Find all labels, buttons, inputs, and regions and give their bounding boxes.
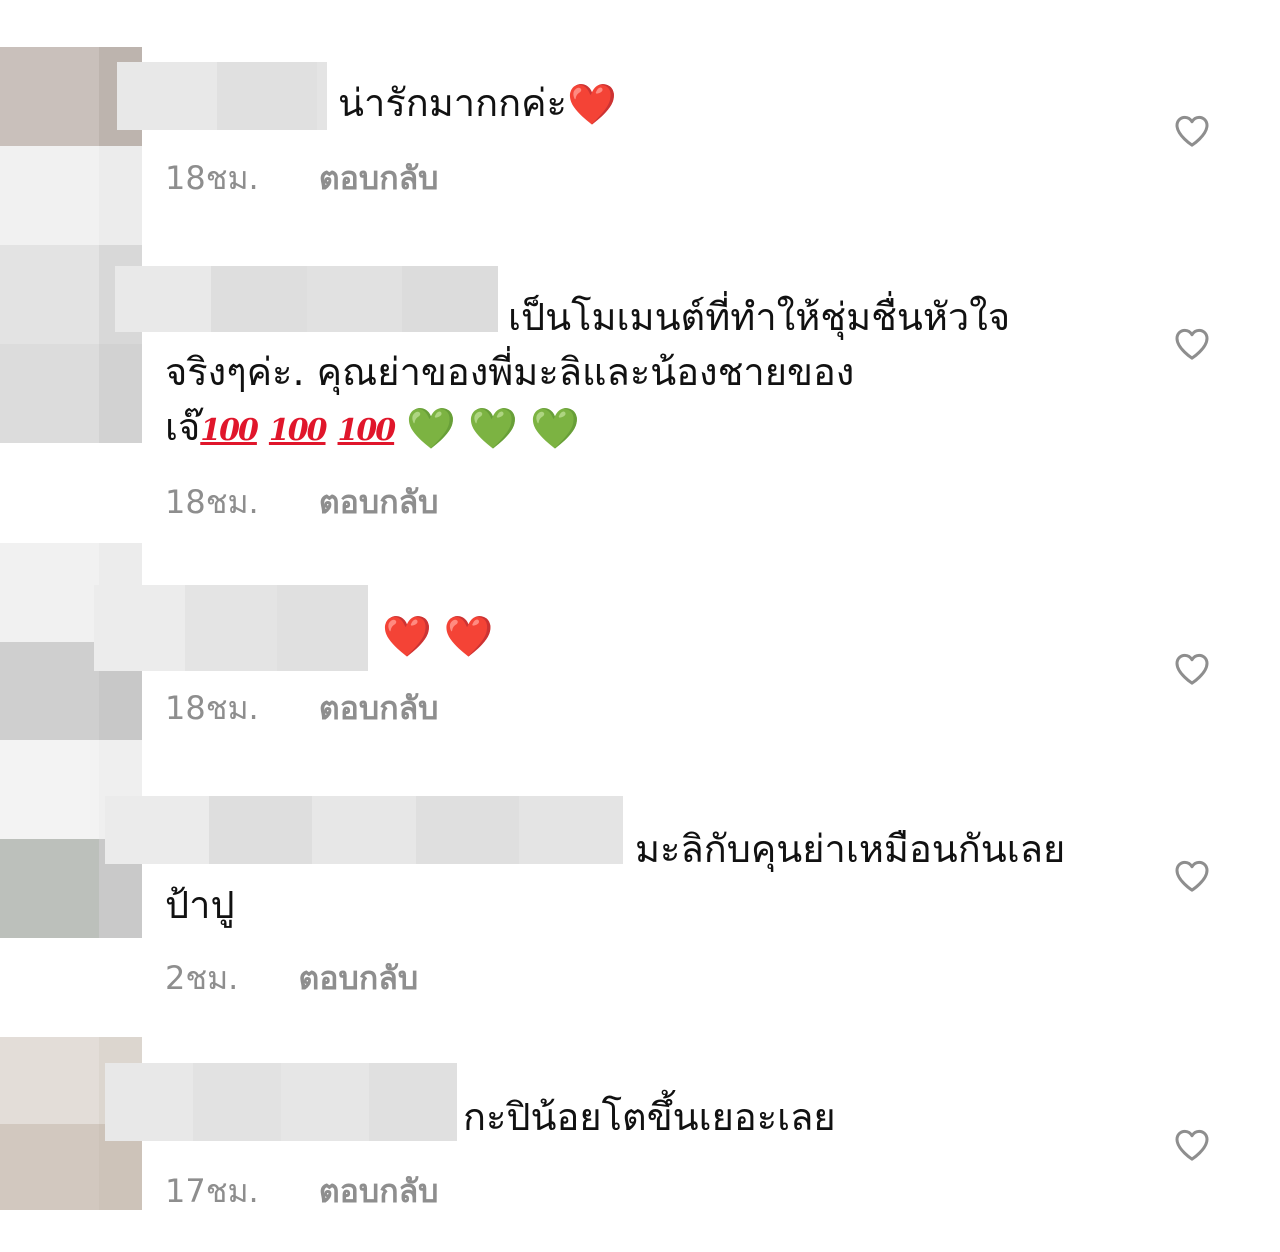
- comment-text-line-1: มะลิกับคุนย่าเหมือนกันเลย: [635, 827, 1066, 871]
- comment-meta: 18ชม. ตอบกลับ: [165, 158, 438, 198]
- comment-item-2: เป็นโมเมนต์ที่ทำให้ชุ่มชื่นหัวใจ จริงๆค่…: [0, 245, 1280, 540]
- comment-text: ❤️ ❤️: [382, 608, 494, 665]
- green-heart-emoji: 💚: [406, 406, 456, 452]
- username-blurred[interactable]: [105, 796, 623, 864]
- heart-outline-icon[interactable]: [1172, 324, 1212, 364]
- comment-item-4: มะลิกับคุนย่าเหมือนกันเลย ป้าปู 2ชม. ตอบ…: [0, 740, 1280, 1037]
- comment-meta: 18ชม. ตอบกลับ: [165, 482, 438, 522]
- hundred-points-emoji: 100: [268, 413, 328, 448]
- username-blurred[interactable]: [94, 585, 368, 671]
- comment-text-line-2: ป้าปู: [165, 883, 235, 927]
- reply-button[interactable]: ตอบกลับ: [319, 158, 439, 198]
- hundred-points-emoji: 100: [337, 413, 397, 448]
- timestamp: 2ชม.: [165, 959, 239, 997]
- comment-text: น่ารักมากกค่ะ❤️: [338, 76, 617, 133]
- heart-outline-icon[interactable]: [1172, 1125, 1212, 1165]
- comment-item-3: ❤️ ❤️ 18ชม. ตอบกลับ: [0, 543, 1280, 740]
- heart-outline-icon[interactable]: [1172, 856, 1212, 896]
- comment-meta: 2ชม. ตอบกลับ: [165, 958, 418, 998]
- reply-button[interactable]: ตอบกลับ: [299, 958, 419, 998]
- timestamp: 18ชม.: [165, 689, 259, 727]
- comment-text-line-3: เจ๊100 100 100 💚 💚 💚: [165, 400, 580, 458]
- comment-text-line-1: เป็นโมเมนต์ที่ทำให้ชุ่มชื่นหัวใจ: [508, 295, 1011, 339]
- comment-text-content: เจ๊: [165, 405, 201, 449]
- red-heart-emoji: ❤️: [566, 82, 617, 128]
- comment-item-1: น่ารักมากกค่ะ❤️ 18ชม. ตอบกลับ: [0, 0, 1280, 245]
- red-heart-emoji: ❤️: [382, 614, 432, 660]
- green-heart-emoji: 💚: [468, 406, 518, 452]
- comment-text-content: น่ารักมากกค่ะ: [338, 81, 567, 125]
- heart-outline-icon[interactable]: [1172, 649, 1212, 689]
- timestamp: 18ชม.: [165, 483, 259, 521]
- reply-button[interactable]: ตอบกลับ: [319, 1171, 439, 1211]
- username-blurred[interactable]: [117, 62, 327, 130]
- comment-text-line-2: จริงๆค่ะ. คุณย่าของพี่มะลิและน้องชายของ: [165, 350, 855, 394]
- reply-button[interactable]: ตอบกลับ: [319, 688, 439, 728]
- comment-item-5: กะปิน้อยโตขึ้นเยอะเลย 17ชม. ตอบกลับ: [0, 1037, 1280, 1252]
- timestamp: 18ชม.: [165, 159, 259, 197]
- heart-outline-icon[interactable]: [1172, 111, 1212, 151]
- hundred-points-emoji: 100: [200, 413, 259, 448]
- comment-meta: 18ชม. ตอบกลับ: [165, 688, 438, 728]
- reply-button[interactable]: ตอบกลับ: [319, 482, 439, 522]
- comment-meta: 17ชม. ตอบกลับ: [165, 1171, 438, 1211]
- username-blurred[interactable]: [115, 266, 498, 332]
- comment-text: กะปิน้อยโตขึ้นเยอะเลย: [463, 1095, 836, 1139]
- red-heart-emoji: ❤️: [443, 614, 494, 660]
- timestamp: 17ชม.: [165, 1172, 259, 1210]
- username-blurred[interactable]: [105, 1063, 457, 1141]
- green-heart-emoji: 💚: [529, 406, 580, 452]
